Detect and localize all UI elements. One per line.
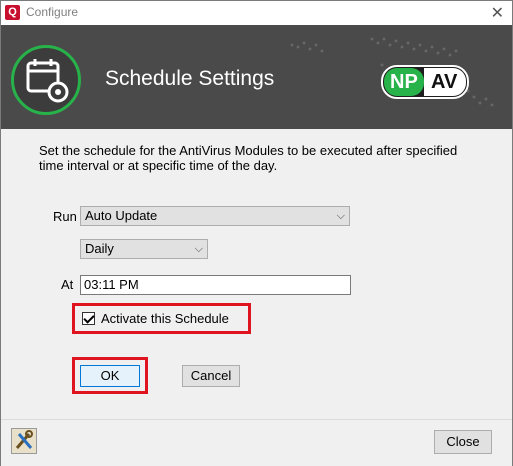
brand-logo: NP AV (381, 65, 469, 99)
activate-label[interactable]: Activate this Schedule (101, 311, 229, 326)
configure-window: Q Configure ✕ Schedule Settings NP AV Se… (0, 0, 513, 466)
run-label: Run (53, 209, 77, 224)
header-banner: Schedule Settings NP AV (1, 25, 512, 129)
window-close-icon[interactable]: ✕ (491, 3, 504, 23)
time-input[interactable]: 03:11 PM (80, 275, 351, 295)
chevron-down-icon: ⌵ (336, 210, 345, 222)
frequency-select[interactable]: Daily ⌵ (80, 239, 208, 259)
module-select[interactable]: Auto Update ⌵ (80, 206, 350, 226)
close-button[interactable]: Close (434, 430, 492, 454)
calendar-gear-icon (11, 45, 81, 115)
footer-bar: Close (1, 419, 512, 466)
frequency-select-value: Daily (85, 241, 114, 256)
page-title: Schedule Settings (105, 67, 275, 90)
ok-button[interactable]: OK (80, 365, 140, 387)
brand-av-text: AV (431, 71, 458, 93)
title-bar: Q Configure ✕ (1, 1, 512, 25)
description-text: Set the schedule for the AntiVirus Modul… (39, 143, 458, 173)
cancel-button[interactable]: Cancel (182, 365, 240, 387)
at-label: At (61, 277, 74, 292)
activate-checkbox[interactable] (82, 312, 95, 325)
window-title: Configure (26, 5, 79, 19)
brand-np-text: NP (390, 71, 418, 93)
app-logo-icon: Q (5, 5, 20, 20)
chevron-down-icon: ⌵ (194, 243, 203, 255)
schedule-form: Set the schedule for the AntiVirus Modul… (1, 129, 512, 419)
tools-icon[interactable] (11, 428, 37, 454)
module-select-value: Auto Update (85, 208, 158, 223)
